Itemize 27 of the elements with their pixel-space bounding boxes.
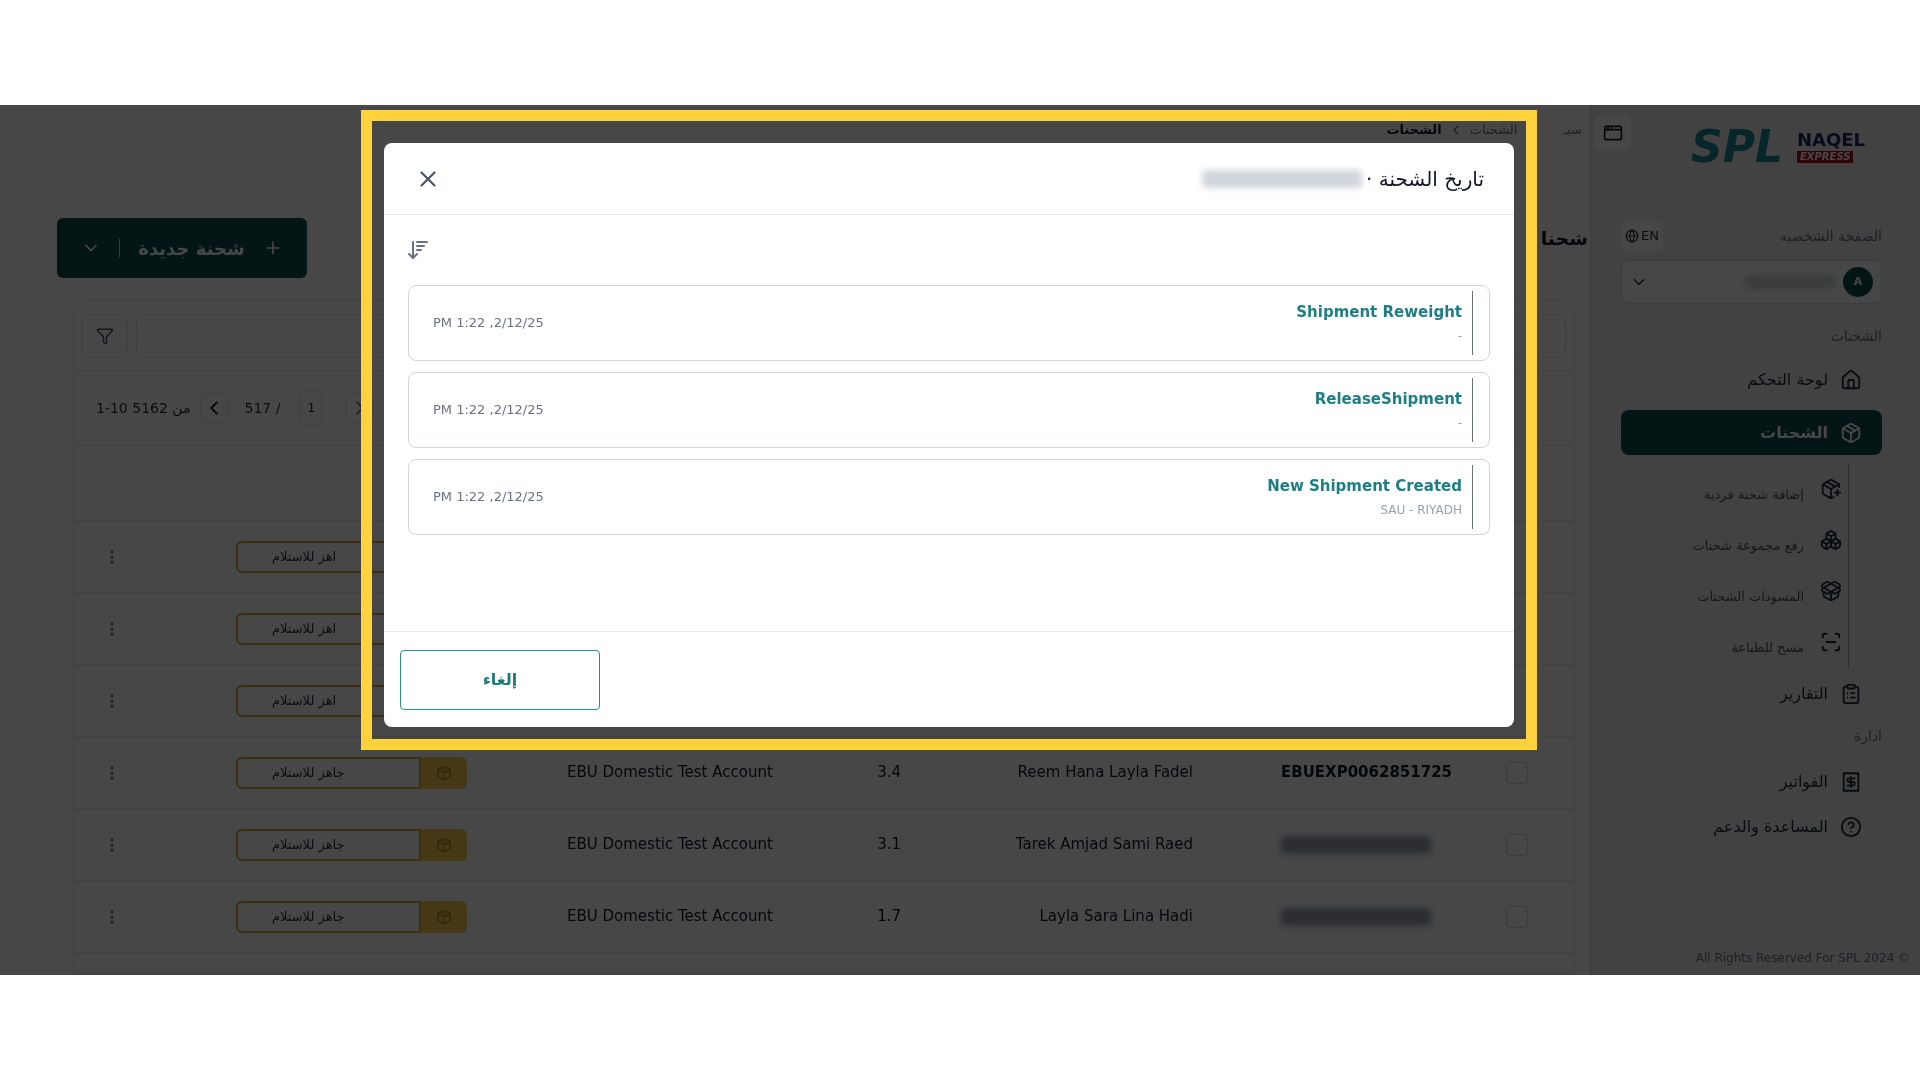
account-cell-text: EBU Domestic Test Account	[567, 906, 774, 928]
page-total: 517 /	[244, 398, 281, 418]
event-title: ReleaseShipment	[1314, 388, 1462, 410]
page-title: شحنا	[1540, 226, 1588, 251]
modal-title: تاريخ الشحنة ·	[1365, 165, 1484, 193]
logo-text: NAQEL	[1797, 131, 1866, 149]
breadcrumb-link[interactable]: الشحنات	[1386, 122, 1442, 138]
sort-icon[interactable]	[406, 238, 430, 262]
account-cell-text: EBU Domestic Test Account	[567, 834, 774, 856]
event-title: Shipment Reweight	[1296, 301, 1462, 323]
pagination-range: 1-10 من 5162	[96, 398, 191, 419]
name-cell-text: Tarek Amjad Sami Raed	[1014, 834, 1193, 856]
event-detail: -	[1457, 328, 1462, 346]
weight-cell-text: 1.7	[876, 906, 901, 928]
event-title: New Shipment Created	[1267, 475, 1462, 497]
account-cell-text: EBU Domestic Test Account	[567, 762, 774, 784]
weight-cell-text: 3.4	[876, 762, 901, 784]
event-detail: SAU - RIYADH	[1380, 502, 1462, 520]
event-time: PM 1:22 ,2/12/25	[433, 488, 544, 507]
event-time: PM 1:22 ,2/12/25	[433, 314, 544, 333]
name-cell-text: Reem Hana Layla Fadel	[1016, 762, 1193, 784]
event-time: PM 1:22 ,2/12/25	[433, 401, 544, 420]
weight-cell-text: 3.1	[876, 834, 901, 856]
name-cell-text: Layla Sara Lina Hadi	[1038, 906, 1193, 928]
cancel-button[interactable]: إلغاء	[400, 650, 600, 710]
event-detail: -	[1457, 415, 1462, 433]
logo-text: SPL	[1691, 125, 1783, 169]
